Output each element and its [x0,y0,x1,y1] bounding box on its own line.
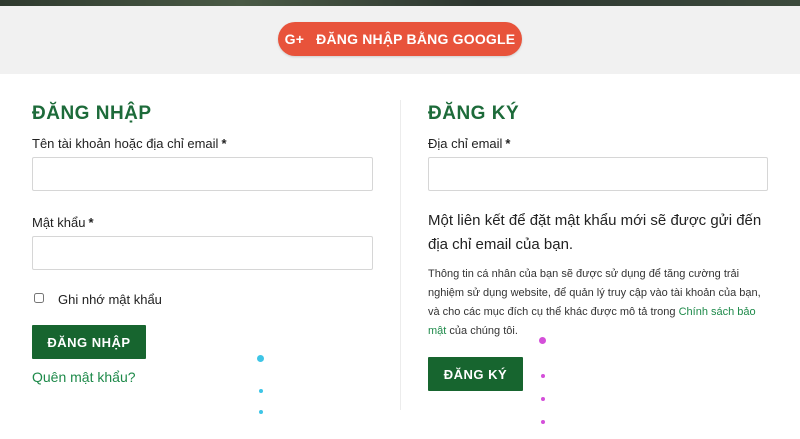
decorative-dot [541,397,545,401]
required-mark: * [505,136,511,151]
login-submit-button[interactable]: ĐĂNG NHẬP [32,325,146,359]
register-email-label-text: Địa chỉ email [428,136,503,151]
decorative-dot [259,410,263,414]
username-input[interactable] [32,157,373,191]
username-label: Tên tài khoản hoặc địa chỉ email * [32,136,227,151]
decorative-dot [259,389,263,393]
forgot-password-link[interactable]: Quên mật khẩu? [32,369,136,385]
decorative-dot [541,420,545,424]
register-email-label: Địa chỉ email * [428,136,510,151]
register-email-input[interactable] [428,157,768,191]
password-link-info: Một liên kết để đặt mật khẩu mới sẽ được… [428,212,762,253]
decorative-dot [539,337,546,344]
column-divider [400,100,401,410]
decorative-dot [541,374,545,378]
google-plus-icon: G+ [284,31,305,47]
register-heading: ĐĂNG KÝ [428,103,520,124]
remember-me-checkbox[interactable] [34,293,44,303]
username-label-text: Tên tài khoản hoặc địa chỉ email [32,136,219,151]
google-login-button[interactable]: G+ ĐĂNG NHẬP BẰNG GOOGLE [278,22,522,56]
google-login-label: ĐĂNG NHẬP BẰNG GOOGLE [316,31,516,47]
required-mark: * [88,215,94,230]
privacy-text-after: của chúng tôi. [446,325,518,337]
password-input[interactable] [32,236,373,270]
decorative-dot [257,355,264,362]
privacy-notice: Thông tin cá nhân của bạn sẽ được sử dụn… [428,265,773,341]
register-submit-button[interactable]: ĐĂNG KÝ [428,357,523,391]
required-mark: * [221,136,227,151]
password-label: Mật khẩu * [32,215,94,230]
password-label-text: Mật khẩu [32,215,86,230]
remember-me-label[interactable]: Ghi nhớ mật khẩu [58,292,162,307]
login-heading: ĐĂNG NHẬP [32,103,152,124]
